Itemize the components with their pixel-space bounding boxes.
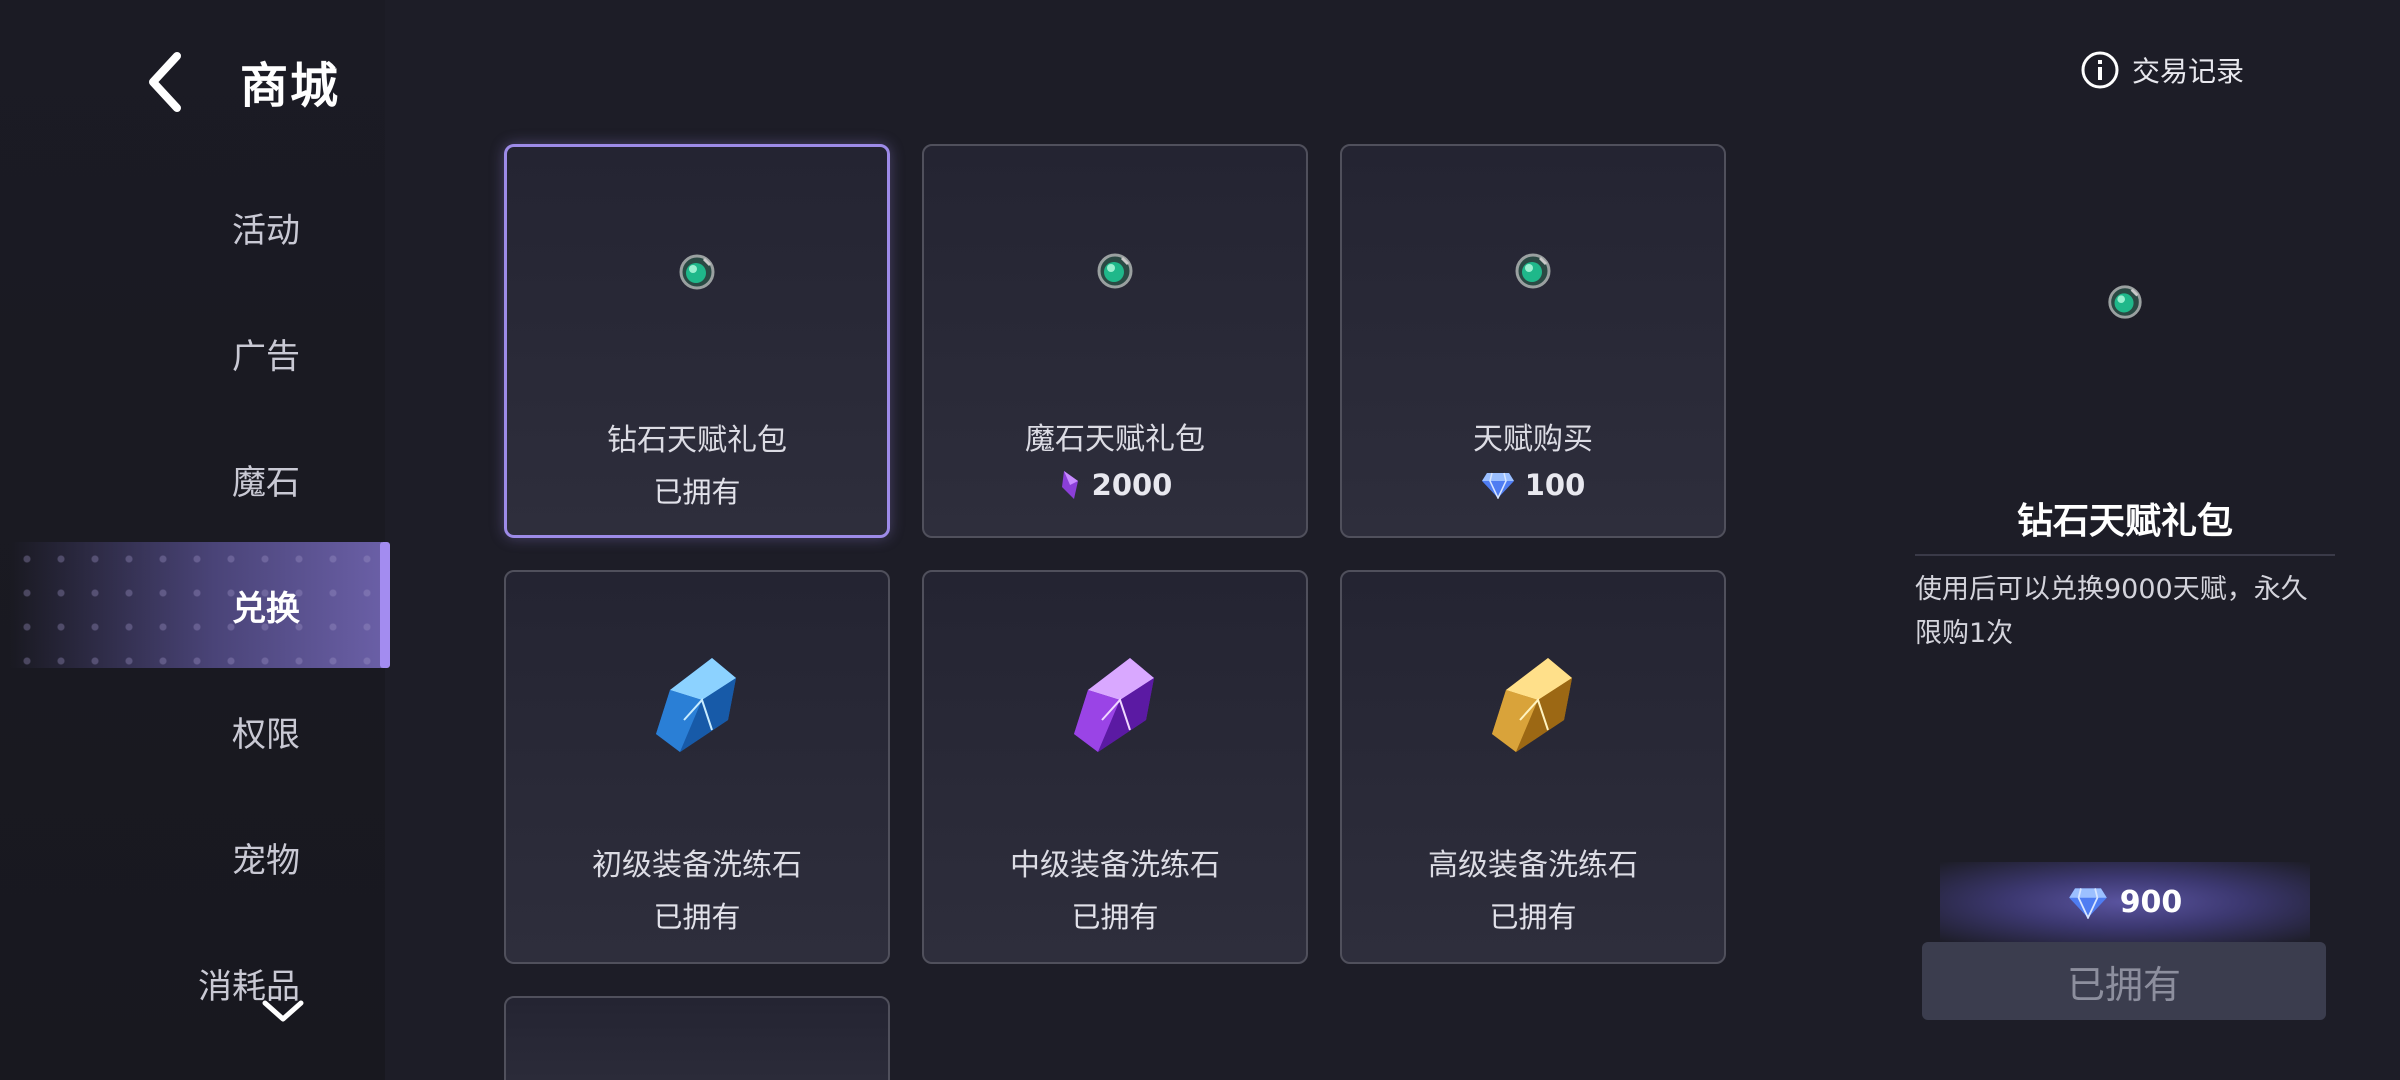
product-name: 初级装备洗练石: [592, 848, 802, 883]
sidebar-item-label: 权限: [232, 714, 300, 755]
divider: [1915, 554, 2335, 556]
product-name: 中级装备洗练石: [1010, 848, 1220, 883]
blue-crystal-icon: [656, 658, 736, 752]
detail-price-value: 900: [2119, 884, 2183, 920]
transaction-history-label: 交易记录: [2132, 55, 2245, 88]
transaction-history-button[interactable]: 交易记录: [2080, 50, 2244, 90]
product-status: 已拥有: [653, 475, 741, 509]
product-card[interactable]: 高级装备洗练石 已拥有: [1340, 570, 1726, 964]
purple-crystal-icon: [1074, 658, 1154, 752]
product-name: 高级装备洗练石: [1428, 848, 1638, 883]
owned-button[interactable]: 已拥有: [1922, 942, 2326, 1020]
sidebar-item-activity[interactable]: 活动: [0, 164, 385, 290]
sidebar-item-privileges[interactable]: 权限: [0, 668, 385, 794]
product-name: 魔石天赋礼包: [1025, 422, 1205, 457]
product-card[interactable]: 钻石天赋礼包 已拥有: [504, 144, 890, 538]
detail-description: 使用后可以兑换9000天赋，永久限购1次: [1915, 574, 2308, 649]
sidebar-item-label: 兑换: [232, 588, 300, 629]
sidebar-nav: 活动 广告 魔石 兑换 权限 宠物 消耗品: [0, 164, 390, 1046]
magic-stone-icon: [1061, 471, 1078, 499]
sidebar-item-ads[interactable]: 广告: [0, 290, 385, 416]
green-talent-gem-icon: [679, 254, 715, 290]
gold-crystal-icon: [1492, 658, 1572, 752]
sidebar-item-label: 宠物: [232, 840, 300, 881]
sidebar-item-magic-stone[interactable]: 魔石: [0, 416, 385, 542]
diamond-icon: [2068, 887, 2107, 919]
back-button[interactable]: [140, 50, 190, 114]
product-price: 2000: [924, 468, 1306, 502]
product-status: 已拥有: [1071, 900, 1159, 934]
green-talent-gem-icon: [1515, 253, 1551, 289]
info-icon: [2081, 51, 2119, 89]
sidebar: 商城 活动 广告 魔石 兑换 权限 宠物 消耗品: [0, 0, 390, 1080]
chevron-left-icon: [149, 52, 181, 112]
product-card[interactable]: 初级装备洗练石 已拥有: [504, 570, 890, 964]
scroll-more-button[interactable]: [258, 995, 308, 1029]
detail-price: 900: [1940, 862, 2310, 942]
sidebar-item-exchange[interactable]: 兑换: [10, 542, 390, 668]
product-card[interactable]: 魔石天赋礼包 2000: [922, 144, 1308, 538]
shop-screen: 商城 活动 广告 魔石 兑换 权限 宠物 消耗品 钻石天赋礼包 已拥有 魔石天赋…: [0, 0, 2400, 1080]
page-title: 商城: [240, 58, 341, 114]
green-talent-gem-icon: [1097, 253, 1133, 289]
product-status: 已拥有: [653, 900, 741, 934]
sidebar-item-label: 活动: [232, 210, 300, 251]
product-price: 100: [1342, 468, 1724, 502]
diamond-icon: [1481, 472, 1514, 499]
detail-title: 钻石天赋礼包: [2016, 501, 2233, 542]
product-card[interactable]: 中级装备洗练石 已拥有: [922, 570, 1308, 964]
sidebar-item-label: 广告: [232, 336, 300, 377]
product-card[interactable]: [504, 996, 890, 1080]
product-name: 天赋购买: [1473, 422, 1593, 457]
green-talent-gem-icon: [2108, 285, 2142, 319]
sidebar-item-pets[interactable]: 宠物: [0, 794, 385, 920]
product-name: 钻石天赋礼包: [607, 423, 787, 458]
chevron-down-icon: [262, 1000, 304, 1022]
product-status: 已拥有: [1489, 900, 1577, 934]
sidebar-item-label: 魔石: [232, 462, 300, 503]
sidebar-item-consumables[interactable]: 消耗品: [0, 920, 385, 1046]
product-card[interactable]: 天赋购买 100: [1340, 144, 1726, 538]
